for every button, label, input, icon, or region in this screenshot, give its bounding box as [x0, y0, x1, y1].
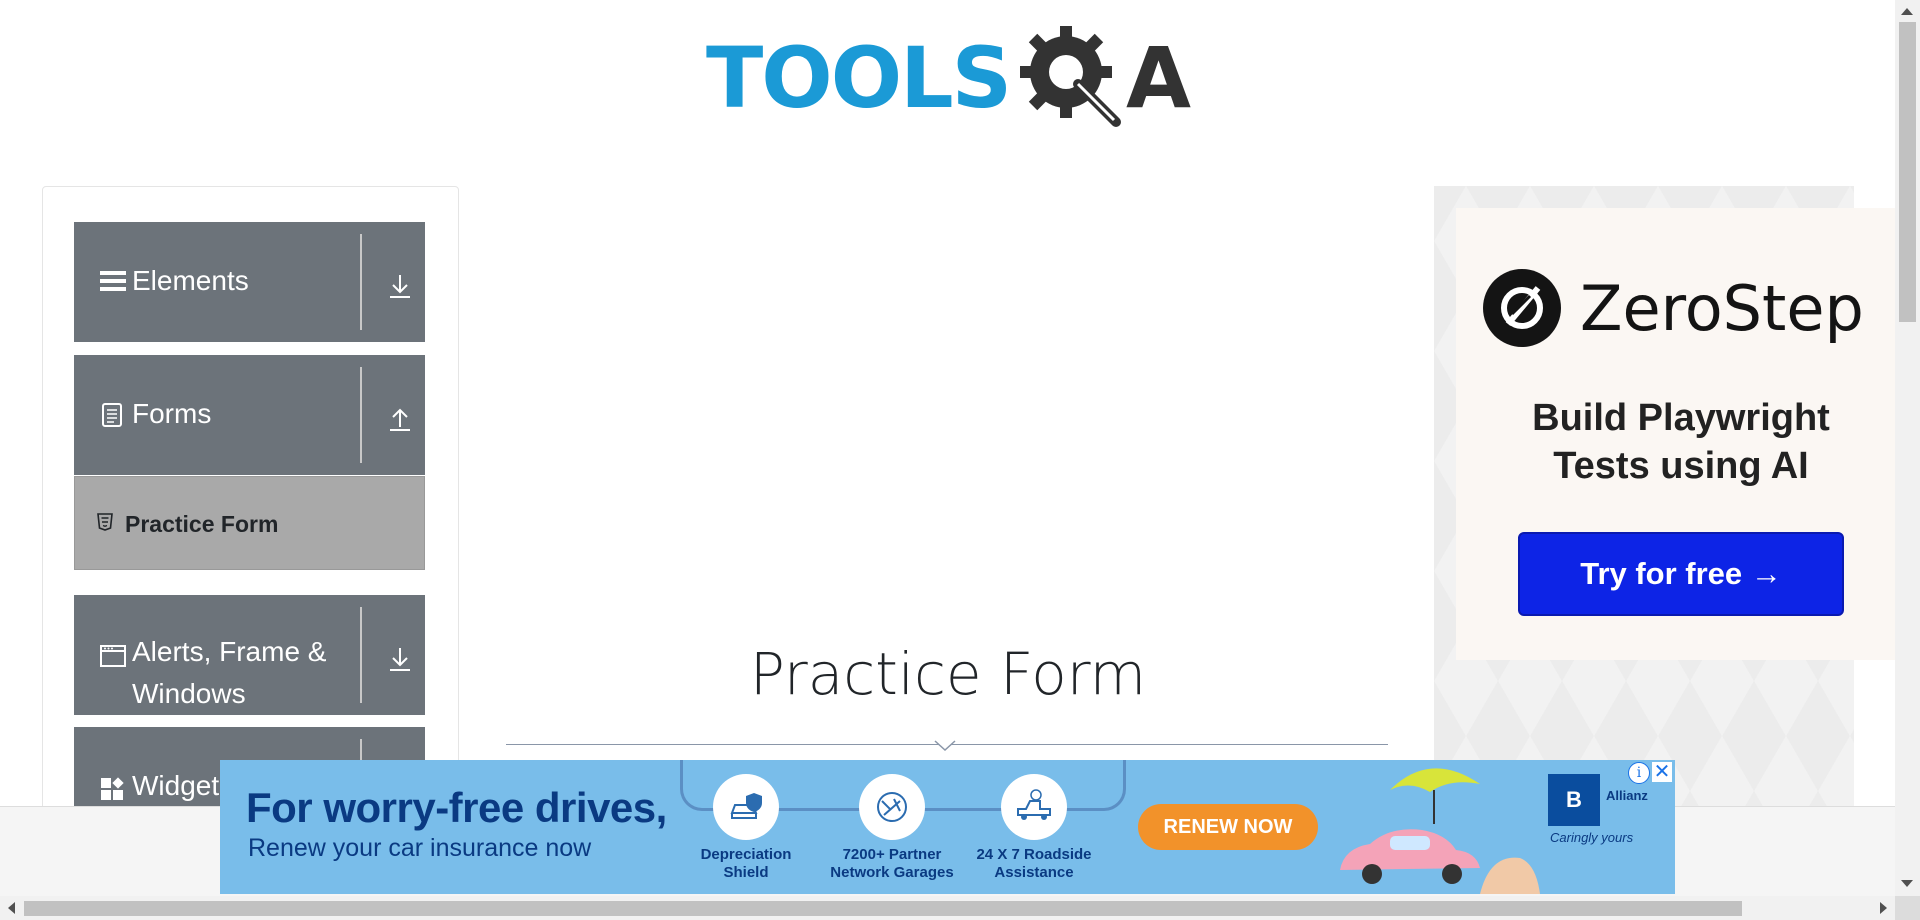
sidebar-item-label: Practice Form [125, 511, 279, 537]
feature-label-line: 24 X 7 Roadside [976, 846, 1092, 863]
logo-suffix: A [1126, 29, 1192, 127]
ad-feature-depreciation: Depreciation Shield [666, 774, 826, 882]
upload-arrow-icon[interactable] [386, 405, 414, 433]
feature-label: 24 X 7 Roadside Assistance [954, 846, 1114, 882]
feature-label-line: 7200+ Partner [842, 846, 942, 863]
scroll-down-arrow-icon[interactable] [1901, 880, 1913, 887]
ad-feature-roadside: 24 X 7 Roadside Assistance [954, 774, 1114, 882]
divider [360, 607, 362, 703]
vertical-scrollbar[interactable] [1895, 0, 1920, 900]
vertical-scroll-thumb[interactable] [1899, 22, 1916, 322]
ad-headline: For worry-free drives, [246, 784, 667, 831]
tow-truck-icon [1001, 774, 1067, 840]
window-icon [100, 645, 126, 667]
brand-tagline: Caringly yours [1550, 830, 1634, 845]
zerostep-logo-icon [1483, 269, 1561, 347]
scrollbar-corner [1895, 896, 1920, 920]
divider [360, 234, 362, 330]
toy-car-icon [1340, 829, 1540, 894]
download-arrow-icon[interactable] [386, 272, 414, 300]
widgets-icon [101, 777, 124, 800]
ad-tagline-line: Tests using AI [1553, 445, 1809, 487]
feature-label: Depreciation Shield [666, 846, 826, 882]
try-for-free-button[interactable]: Try for free → [1518, 532, 1844, 616]
feature-label: 7200+ Partner Network Garages [812, 846, 972, 882]
sidebar-item-practice-form[interactable]: Practice Form [74, 476, 425, 570]
feature-label-line: Network Garages [830, 864, 954, 881]
ad-tagline: Build Playwright Tests using AI [1456, 394, 1906, 490]
ad-info-icon[interactable]: i [1628, 762, 1650, 784]
toolsqa-logo[interactable]: TOOLS A [706, 22, 1192, 138]
ad-feature-garages: 7200+ Partner Network Garages [812, 774, 972, 882]
feature-label-line: Assistance [994, 864, 1074, 881]
hamburger-icon [100, 271, 126, 291]
ad-brand: ZeroStep [1580, 272, 1864, 345]
divider [360, 367, 362, 463]
logo-text: TOOLS [706, 29, 1012, 127]
bajaj-logo: B [1548, 774, 1600, 826]
sidebar-group-label: Elements [132, 265, 249, 296]
renew-now-button[interactable]: RENEW NOW [1138, 804, 1318, 850]
ad-close-icon[interactable]: ✕ [1652, 762, 1672, 782]
allianz-logo: Allianz [1606, 788, 1648, 803]
feature-label-line: Shield [723, 864, 769, 881]
horizontal-scrollbar[interactable] [0, 896, 1895, 920]
scroll-right-arrow-icon[interactable] [1880, 902, 1887, 914]
document-icon [102, 403, 122, 427]
page-title: Practice Form [749, 640, 1147, 708]
sidebar-group-label: Alerts, Frame & Windows [132, 636, 327, 709]
chevron-down-icon [934, 740, 956, 752]
feature-label-line: Depreciation [700, 846, 792, 863]
html5-icon [97, 513, 113, 531]
download-arrow-icon[interactable] [386, 645, 414, 673]
gear-magnifier-icon [1020, 26, 1121, 127]
sidebar-group-alerts[interactable]: Alerts, Frame & Windows [74, 595, 425, 715]
ad-bottom-banner[interactable]: For worry-free drives, Renew your car in… [220, 760, 1675, 894]
car-shield-icon [713, 774, 779, 840]
garage-network-icon [859, 774, 925, 840]
scroll-left-arrow-icon[interactable] [8, 902, 15, 914]
ad-tagline-line: Build Playwright [1532, 397, 1830, 439]
sidebar-group-label: Widgets [132, 770, 234, 801]
sidebar-group-elements[interactable]: Elements [74, 222, 425, 342]
ad-right-zerostep[interactable]: ZeroStep Build Playwright Tests using AI… [1456, 208, 1896, 660]
sidebar-group-forms[interactable]: Forms [74, 355, 425, 475]
horizontal-scroll-thumb[interactable] [24, 901, 1742, 916]
scroll-up-arrow-icon[interactable] [1901, 8, 1913, 15]
sidebar-group-label: Forms [132, 398, 212, 429]
ad-subline: Renew your car insurance now [248, 834, 592, 862]
